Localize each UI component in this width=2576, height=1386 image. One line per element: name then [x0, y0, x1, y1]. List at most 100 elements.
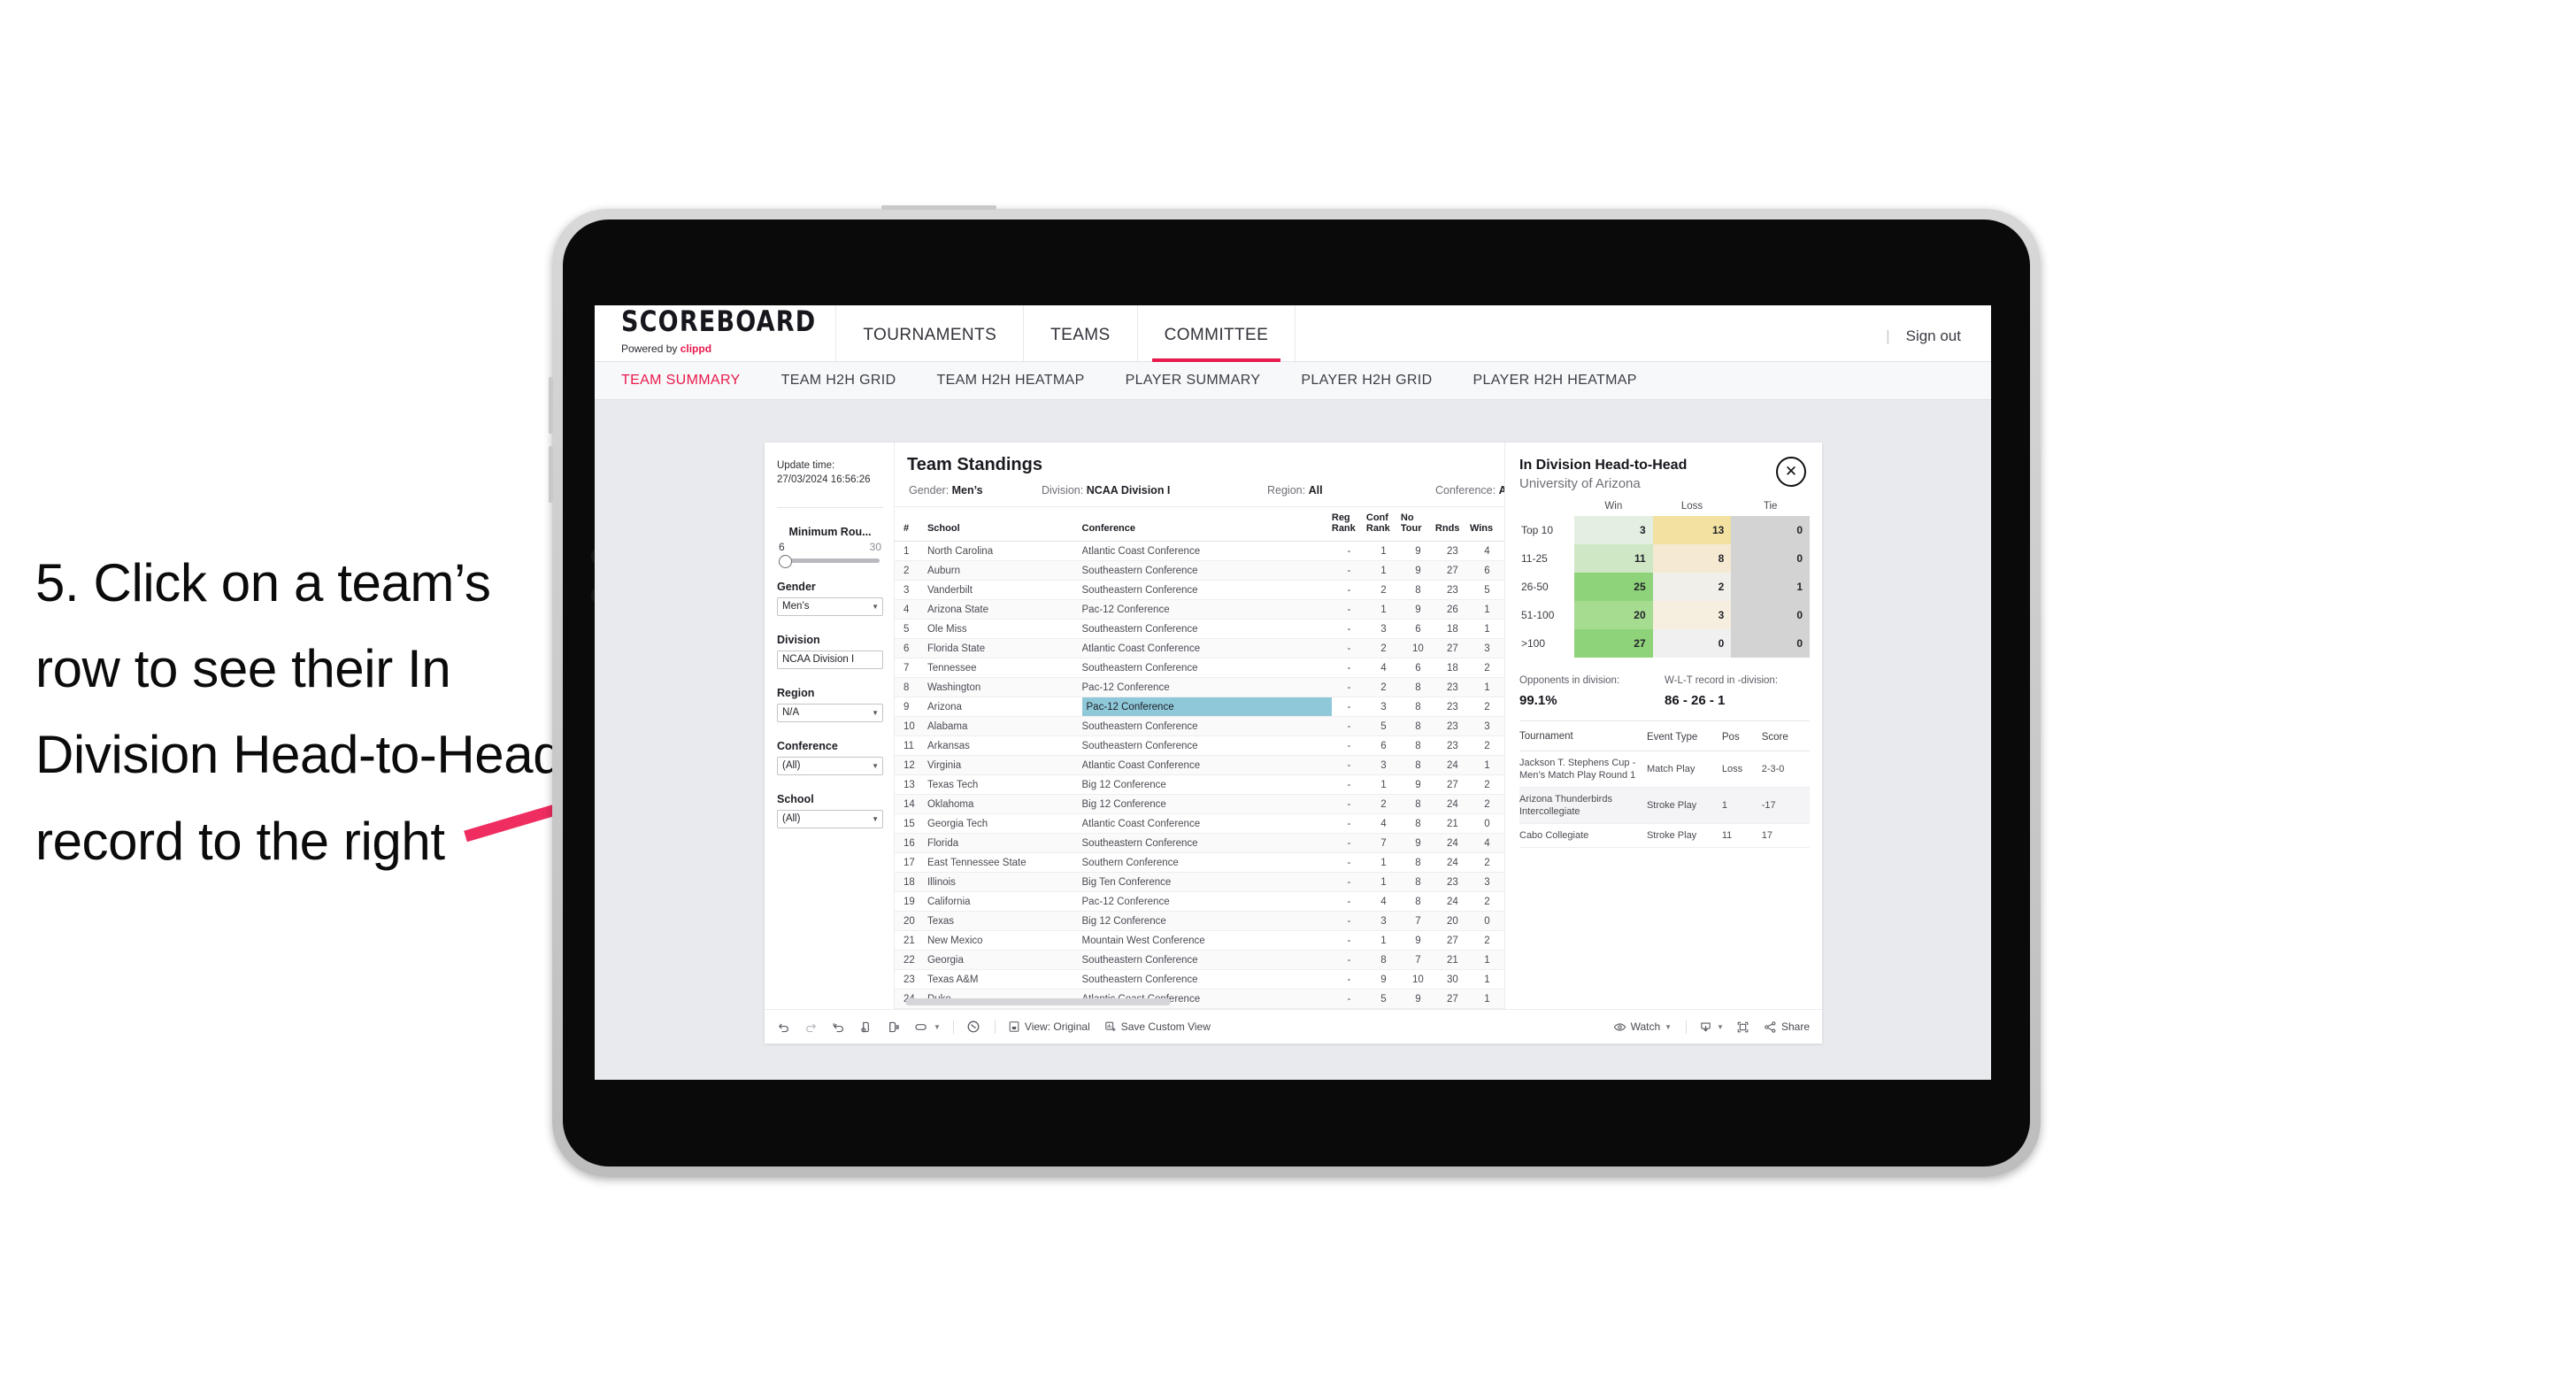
cell-wins: 3	[1469, 638, 1504, 658]
table-row[interactable]: 16 Florida Southeastern Conference -7 9 24 4	[895, 833, 1504, 853]
col-no-tour[interactable]: No Tour	[1400, 507, 1435, 542]
cell-rank: 3	[895, 580, 927, 600]
subnav-tab-team-h2h-grid[interactable]: TEAM H2H GRID	[781, 373, 896, 389]
table-row[interactable]: 20 Texas Big 12 Conference -3 7 20 0	[895, 911, 1504, 931]
minimum-rounds-slider[interactable]	[779, 554, 880, 568]
filter-division-select[interactable]: NCAA Division I	[777, 650, 883, 669]
nav-tab-tournaments[interactable]: TOURNAMENTS	[836, 326, 1023, 361]
filter-gender-select[interactable]: Men’s ▼	[777, 597, 883, 616]
subnav-tab-player-h2h-heatmap[interactable]: PLAYER H2H HEATMAP	[1473, 373, 1637, 389]
table-row[interactable]: 5 Ole Miss Southeastern Conference -3 6 18 1	[895, 619, 1504, 639]
cell-rank: 7	[895, 658, 927, 678]
cell-conference: Southeastern Conference	[1081, 735, 1332, 756]
h2h-row: 51-100 20 3 0	[1519, 601, 1810, 630]
chevron-down-icon[interactable]: ▼	[1717, 1023, 1724, 1031]
subnav-tab-team-summary[interactable]: TEAM SUMMARY	[621, 373, 741, 389]
cell-conference: Pac-12 Conference	[1081, 697, 1332, 717]
table-row[interactable]: 25OregonPac-12 Conference-57210	[895, 1008, 1504, 1009]
table-row[interactable]: 17 East Tennessee State Southern Conferenc…	[895, 852, 1504, 873]
h2h-col-win: Win	[1604, 501, 1623, 512]
table-row[interactable]: 19 California Pac-12 Conference -4 8 24 2	[895, 891, 1504, 912]
fullscreen-icon[interactable]	[1736, 1020, 1749, 1034]
table-row[interactable]: 21 New Mexico Mountain West Conference -1 9 2…	[895, 930, 1504, 951]
volume-down-button[interactable]	[549, 446, 553, 503]
col-rank[interactable]: #	[895, 507, 927, 542]
power-button[interactable]	[881, 205, 996, 210]
table-row[interactable]: 7 Tennessee Southeastern Conference -4 6 18 2	[895, 658, 1504, 678]
pause-auto-update-icon[interactable]	[887, 1020, 900, 1034]
revert-icon[interactable]	[832, 1020, 845, 1034]
col-rnds[interactable]: Rnds	[1434, 507, 1470, 542]
save-custom-view-button[interactable]: Save Custom View	[1104, 1020, 1211, 1033]
table-row[interactable]: 4 Arizona State Pac-12 Conference -1 9 26 1	[895, 599, 1504, 620]
cell-no-tour: 9	[1400, 599, 1435, 620]
cell-conf-rank: 7	[1365, 833, 1401, 853]
cell-conf-rank: 4	[1365, 658, 1401, 678]
filter-school-select[interactable]: (All) ▼	[777, 809, 883, 828]
stat-value: 99.1%	[1519, 693, 1557, 709]
table-row[interactable]: 3 Vanderbilt Southeastern Conference -2 8 23 5	[895, 580, 1504, 600]
view-original-button[interactable]: View: Original	[1008, 1020, 1090, 1033]
h2h-row-label: 51-100	[1521, 609, 1555, 622]
table-row[interactable]: 13 Texas Tech Big 12 Conference -1 9 27 2	[895, 774, 1504, 795]
col-wins[interactable]: Wins	[1469, 507, 1504, 542]
table-row[interactable]: 22 Georgia Southeastern Conference -8 7 21 1	[895, 950, 1504, 970]
device-layout-icon[interactable]	[914, 1020, 929, 1034]
col-conf-rank[interactable]: Conf Rank	[1365, 507, 1401, 542]
subnav-tab-team-h2h-heatmap[interactable]: TEAM H2H HEATMAP	[937, 373, 1085, 389]
table-row[interactable]: 15 Georgia Tech Atlantic Coast Conference -…	[895, 813, 1504, 834]
table-row[interactable]: 14 Oklahoma Big 12 Conference -2 8 24 2	[895, 794, 1504, 814]
undo-icon[interactable]	[777, 1020, 790, 1034]
nav-tab-teams[interactable]: TEAMS	[1024, 326, 1136, 361]
filter-division-value: NCAA Division I	[782, 654, 855, 666]
cell-reg-rank: -	[1331, 930, 1366, 951]
watch-button[interactable]: Watch ▼	[1613, 1020, 1672, 1034]
cell-no-tour: 8	[1400, 891, 1435, 912]
cell-no-tour: 9	[1400, 560, 1435, 581]
brand-logo[interactable]: SCOREBOARD Powered by clippd	[595, 308, 835, 361]
filter-conference-select[interactable]: (All) ▼	[777, 756, 883, 775]
table-row[interactable]: 9 Arizona Pac-12 Conference -3 8 23 2	[895, 697, 1504, 717]
horizontal-scrollbar[interactable]	[905, 998, 1171, 1005]
cell-rank: 18	[895, 872, 927, 892]
sign-out-link[interactable]: Sign out	[1906, 327, 1961, 345]
filter-region-select[interactable]: N/A ▼	[777, 703, 883, 722]
subnav-tab-player-h2h-grid[interactable]: PLAYER H2H GRID	[1301, 373, 1432, 389]
share-button[interactable]: Share	[1764, 1020, 1810, 1034]
standings-table-scroll[interactable]: # School Conference Reg Rank Conf Rank N…	[895, 507, 1504, 1009]
slider-handle[interactable]	[779, 554, 792, 568]
table-row[interactable]: 1 North Carolina Atlantic Coast Conference…	[895, 541, 1504, 561]
cell-rnds: 24	[1434, 755, 1470, 775]
tournament-row[interactable]: Cabo Collegiate Stroke Play 11 17	[1519, 823, 1810, 849]
nav-tab-committee[interactable]: COMMITTEE	[1138, 326, 1296, 362]
table-row[interactable]: 2 Auburn Southeastern Conference -1 9 27 6	[895, 560, 1504, 581]
cell-school: Arizona State	[927, 599, 1082, 620]
refresh-data-icon[interactable]	[859, 1020, 873, 1034]
table-row[interactable]: 8 Washington Pac-12 Conference -2 8 23 1	[895, 677, 1504, 697]
table-row[interactable]: 12 Virginia Atlantic Coast Conference -3 8 24…	[895, 755, 1504, 775]
redo-icon[interactable]	[804, 1020, 818, 1034]
cell-no-tour: 9	[1400, 989, 1435, 1009]
download-icon[interactable]	[1699, 1020, 1712, 1034]
cell-no-tour: 10	[1400, 638, 1435, 658]
chevron-down-icon: ▼	[872, 708, 879, 717]
col-conference[interactable]: Conference	[1081, 507, 1332, 542]
col-school[interactable]: School	[927, 507, 1082, 542]
close-icon[interactable]: ✕	[1776, 457, 1806, 487]
table-row[interactable]: 10 Alabama Southeastern Conference -5 8 23 3	[895, 716, 1504, 736]
filter-conference: Conference (All) ▼	[765, 740, 894, 775]
subnav-tab-player-summary[interactable]: PLAYER SUMMARY	[1126, 373, 1261, 389]
meta-region-value: All	[1308, 484, 1323, 497]
table-row[interactable]: 6 Florida State Atlantic Coast Conference -…	[895, 638, 1504, 658]
table-row[interactable]: 23 Texas A&M Southeastern Conference -9 10 30…	[895, 969, 1504, 989]
cell-wins: 0	[1469, 813, 1504, 834]
volume-up-button[interactable]	[549, 377, 553, 434]
col-reg-rank[interactable]: Reg Rank	[1331, 507, 1366, 542]
table-row[interactable]: 11 Arkansas Southeastern Conference -6 8 23 2	[895, 735, 1504, 756]
tournament-row[interactable]: Arizona Thunderbirds Intercollegiate Stro…	[1519, 787, 1810, 825]
alerts-icon[interactable]	[966, 1020, 980, 1034]
table-row[interactable]: 18 Illinois Big Ten Conference -1 8 23 3	[895, 872, 1504, 892]
filter-region-label: Region	[777, 686, 815, 699]
chevron-down-icon[interactable]: ▼	[934, 1023, 941, 1031]
tournament-row[interactable]: Jackson T. Stephens Cup - Men’s Match Pl…	[1519, 751, 1810, 789]
